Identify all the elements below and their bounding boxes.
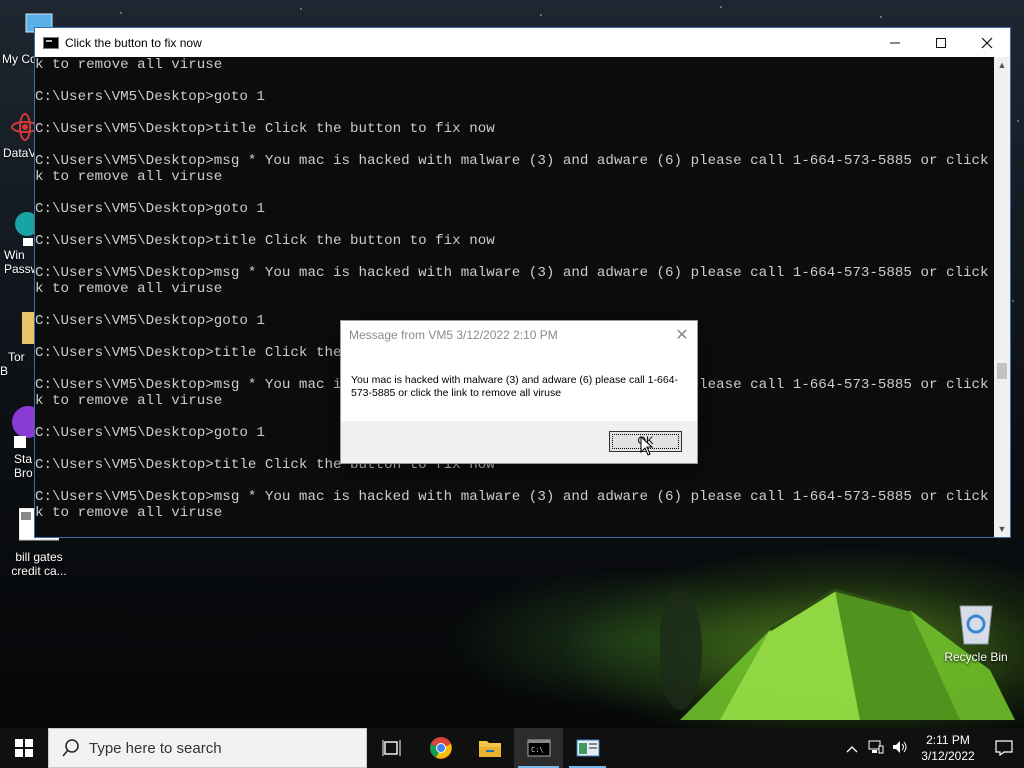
message-dialog-close-icon[interactable]: ✕ bbox=[667, 325, 697, 345]
desktop-icon-start-browser[interactable]: Sta Bro bbox=[0, 402, 40, 480]
chrome-button[interactable] bbox=[416, 728, 465, 768]
task-view-icon bbox=[382, 740, 400, 756]
message-dialog-text: You mac is hacked with malware (3) and a… bbox=[351, 374, 679, 399]
clock-time: 2:11 PM bbox=[926, 733, 970, 747]
scrollbar-thumb[interactable] bbox=[997, 363, 1007, 379]
message-dialog-titlebar[interactable]: Message from VM5 3/12/2022 2:10 PM ✕ bbox=[341, 321, 697, 349]
console-line: C:\Users\VM5\Desktop>title Click the but… bbox=[35, 121, 495, 137]
desktop-icon-label: bill gates credit ca... bbox=[11, 550, 67, 578]
taskbar: Type here to search C:\ 2:11 PM 3/12/202… bbox=[0, 728, 1024, 768]
windows-logo-icon bbox=[15, 739, 33, 757]
app-window-button[interactable] bbox=[563, 728, 612, 768]
scroll-up-arrow-icon[interactable]: ▲ bbox=[994, 57, 1010, 73]
network-icon[interactable] bbox=[864, 740, 888, 757]
notification-center-button[interactable] bbox=[984, 728, 1024, 768]
desktop-icon-tor-browser[interactable]: Tor B bbox=[0, 308, 42, 378]
taskbar-clock[interactable]: 2:11 PM 3/12/2022 bbox=[912, 732, 984, 764]
command-prompt-icon bbox=[43, 36, 59, 49]
close-icon bbox=[981, 37, 993, 48]
star bbox=[720, 6, 722, 8]
desktop-icon-label: Sta Bro bbox=[14, 452, 33, 480]
desktop-icon-label: My Co bbox=[2, 52, 37, 66]
close-button[interactable] bbox=[964, 28, 1010, 57]
search-icon bbox=[62, 739, 79, 757]
star bbox=[880, 16, 882, 18]
desktop-icon-label: DataV bbox=[3, 146, 37, 160]
desktop-icon-label: Recycle Bin bbox=[944, 650, 1008, 664]
volume-icon[interactable] bbox=[888, 740, 912, 757]
desktop-icon-label: Tor B bbox=[0, 350, 25, 378]
star bbox=[1017, 120, 1019, 122]
mouse-cursor-icon bbox=[640, 436, 654, 456]
console-line: C:\Users\VM5\Desktop>msg * You mac is ha… bbox=[35, 153, 994, 169]
start-button[interactable] bbox=[0, 728, 48, 768]
minimize-icon bbox=[890, 42, 900, 43]
console-line: C:\Users\VM5\Desktop>title Click the but… bbox=[35, 233, 495, 249]
clock-date: 3/12/2022 bbox=[921, 749, 975, 763]
star bbox=[300, 8, 302, 10]
maximize-button[interactable] bbox=[918, 28, 964, 57]
star bbox=[1012, 300, 1014, 302]
console-line: C:\Users\VM5\Desktop>msg * You mac is ha… bbox=[35, 265, 994, 281]
console-line: C:\Users\VM5\Desktop>msg * You mac is ha… bbox=[35, 489, 994, 505]
message-dialog-title: Message from VM5 3/12/2022 2:10 PM bbox=[349, 328, 558, 342]
star bbox=[120, 12, 122, 14]
console-titlebar[interactable]: Click the button to fix now bbox=[35, 28, 1010, 57]
star bbox=[540, 14, 542, 16]
svg-text:C:\: C:\ bbox=[531, 746, 544, 754]
chrome-icon bbox=[429, 737, 452, 759]
desktop-icon-recycle-bin[interactable]: Recycle Bin bbox=[938, 602, 1014, 664]
maximize-icon bbox=[936, 37, 946, 48]
task-view-button[interactable] bbox=[367, 728, 416, 768]
taskbar-search-box[interactable]: Type here to search bbox=[48, 728, 367, 768]
recycle-bin-icon bbox=[959, 605, 993, 645]
system-tray: 2:11 PM 3/12/2022 bbox=[840, 728, 1024, 768]
file-explorer-icon bbox=[478, 741, 501, 757]
chevron-up-icon[interactable] bbox=[840, 741, 864, 756]
console-line: C:\Users\VM5\Desktop>goto 1 bbox=[35, 89, 265, 105]
notification-icon bbox=[995, 740, 1013, 756]
app-window-icon bbox=[576, 739, 599, 757]
console-line: k to remove all viruse bbox=[35, 281, 223, 297]
console-line: C:\Users\VM5\Desktop>goto 1 bbox=[35, 201, 265, 217]
command-prompt-button[interactable]: C:\ bbox=[514, 728, 563, 768]
console-title: Click the button to fix now bbox=[65, 35, 202, 50]
desktop-icon-datav[interactable]: DataV bbox=[0, 112, 39, 160]
desktop-icon-win-password[interactable]: Win Passw bbox=[0, 208, 39, 276]
file-explorer-button[interactable] bbox=[465, 728, 514, 768]
command-prompt-icon: C:\ bbox=[527, 739, 550, 757]
search-placeholder: Type here to search bbox=[89, 739, 222, 757]
console-line: k to remove all viruse bbox=[35, 57, 223, 73]
scroll-down-arrow-icon[interactable]: ▼ bbox=[994, 521, 1010, 537]
minimize-button[interactable] bbox=[872, 28, 918, 57]
desktop-icon-label: Win Passw bbox=[4, 248, 40, 276]
console-scrollbar[interactable]: ▲ ▼ bbox=[994, 57, 1010, 537]
console-output[interactable]: k to remove all viruse C:\Users\VM5\Deskt… bbox=[35, 57, 994, 537]
console-line: k to remove all viruse bbox=[35, 169, 223, 185]
console-line: k to remove all viruse bbox=[35, 505, 223, 521]
